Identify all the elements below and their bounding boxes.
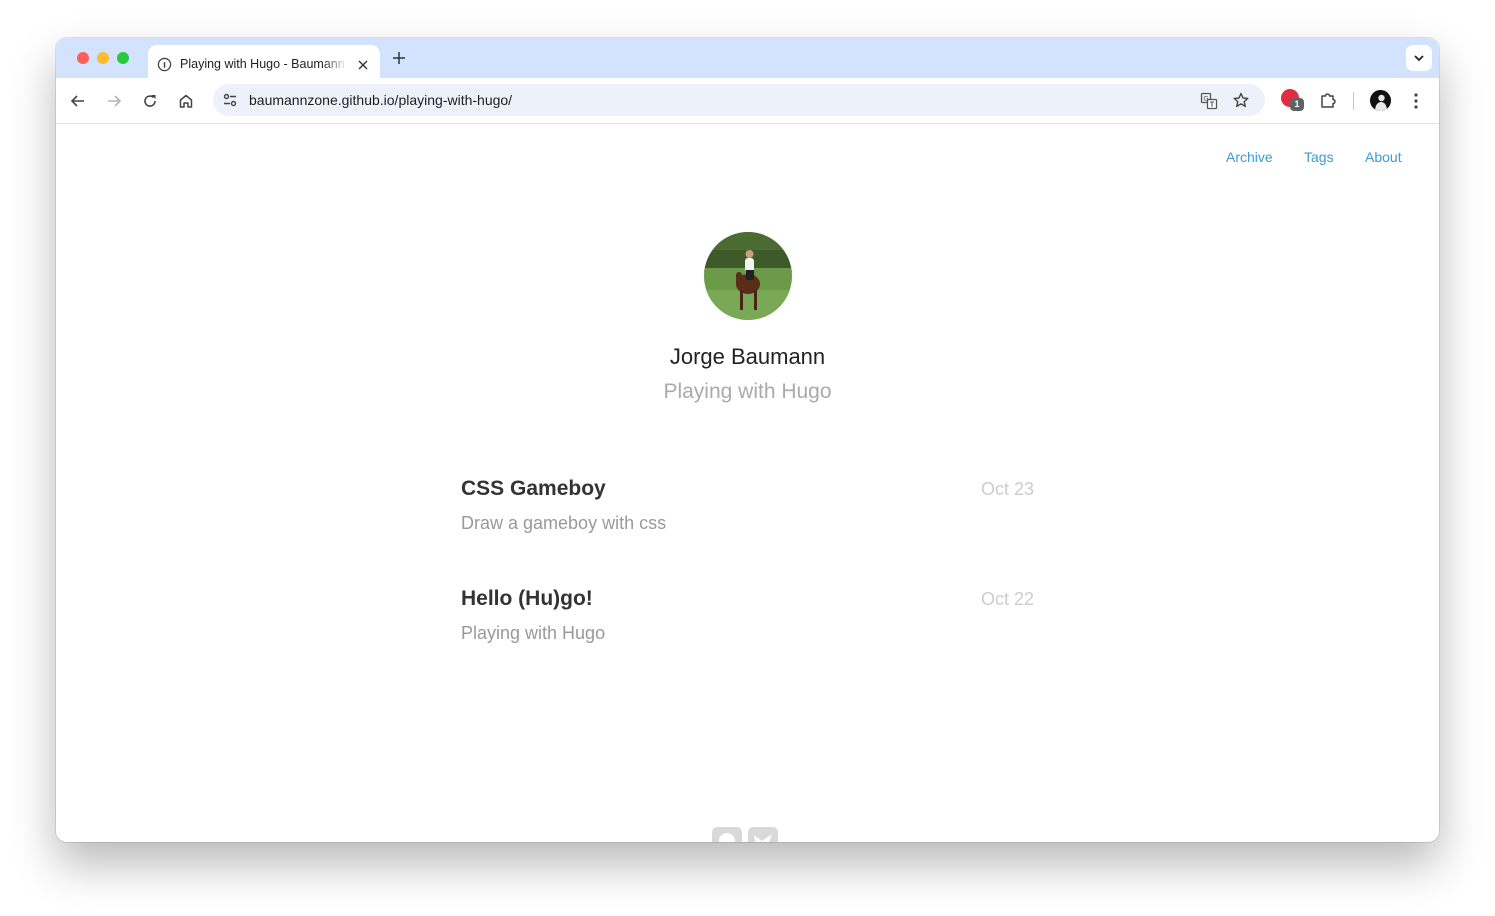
post-title-link[interactable]: CSS Gameboy: [461, 477, 606, 501]
close-icon[interactable]: [357, 59, 369, 71]
minimize-window-button[interactable]: [97, 52, 109, 64]
forward-arrow-icon[interactable]: [106, 93, 122, 109]
twitter-icon[interactable]: [748, 827, 778, 842]
post-description: Draw a gameboy with css: [461, 513, 667, 533]
author-avatar: [704, 232, 792, 320]
browser-toolbar: baumannzone.github.io/playing-with-hugo/…: [56, 78, 1439, 124]
tab-bar: Playing with Hugo - Baumann: [56, 38, 1439, 78]
twitter-glyph: [754, 834, 772, 842]
author-name: Jorge Baumann: [669, 344, 826, 369]
horse-rider-photo: [704, 232, 792, 320]
nav-link-tags[interactable]: Tags: [1304, 149, 1334, 165]
extensions-puzzle-icon[interactable]: [1319, 91, 1337, 109]
post-date: Oct 23: [980, 479, 1034, 499]
back-arrow-icon[interactable]: [70, 93, 86, 109]
post-date: Oct 22: [980, 589, 1034, 609]
more-menu-icon[interactable]: [1413, 92, 1419, 110]
chevron-down-icon: [1414, 55, 1424, 62]
tab-search-button[interactable]: [1406, 45, 1432, 71]
address-bar[interactable]: baumannzone.github.io/playing-with-hugo/…: [213, 84, 1265, 116]
nav-link-archive[interactable]: Archive: [1226, 149, 1273, 165]
globe-icon: [157, 57, 172, 72]
nav-link-about[interactable]: About: [1365, 149, 1402, 165]
browser-tab[interactable]: Playing with Hugo - Baumann: [148, 45, 380, 78]
tab-title: Playing with Hugo - Baumann: [180, 57, 345, 71]
post-item: Hello (Hu)go! Oct 22 Playing with Hugo: [461, 587, 1034, 647]
extension-badge-count: 1: [1290, 98, 1304, 111]
bookmark-star-icon[interactable]: [1233, 92, 1249, 108]
profile-silhouette-icon: [1370, 90, 1391, 111]
web-page: Archive Tags About Jorge Baumann Playing…: [56, 125, 1439, 842]
close-window-button[interactable]: [77, 52, 89, 64]
browser-window: Playing with Hugo - Baumann baumannzone.…: [56, 38, 1439, 842]
reload-icon[interactable]: [142, 93, 158, 109]
profile-avatar-icon[interactable]: [1370, 90, 1391, 111]
maximize-window-button[interactable]: [117, 52, 129, 64]
post-description: Playing with Hugo: [461, 623, 606, 643]
post-title-link[interactable]: Hello (Hu)go!: [461, 587, 593, 611]
translate-icon[interactable]: G: [1200, 92, 1218, 110]
github-glyph: [719, 833, 735, 842]
home-icon[interactable]: [178, 93, 194, 109]
new-tab-plus-icon[interactable]: [392, 51, 406, 65]
toolbar-divider: [1353, 92, 1354, 110]
post-item: CSS Gameboy Oct 23 Draw a gameboy with c…: [461, 477, 1034, 537]
extension-button[interactable]: 1: [1281, 89, 1305, 113]
github-icon[interactable]: [712, 827, 742, 842]
url-text[interactable]: baumannzone.github.io/playing-with-hugo/: [249, 92, 512, 108]
site-subtitle: Playing with Hugo: [663, 380, 832, 403]
site-settings-icon[interactable]: [222, 92, 238, 108]
